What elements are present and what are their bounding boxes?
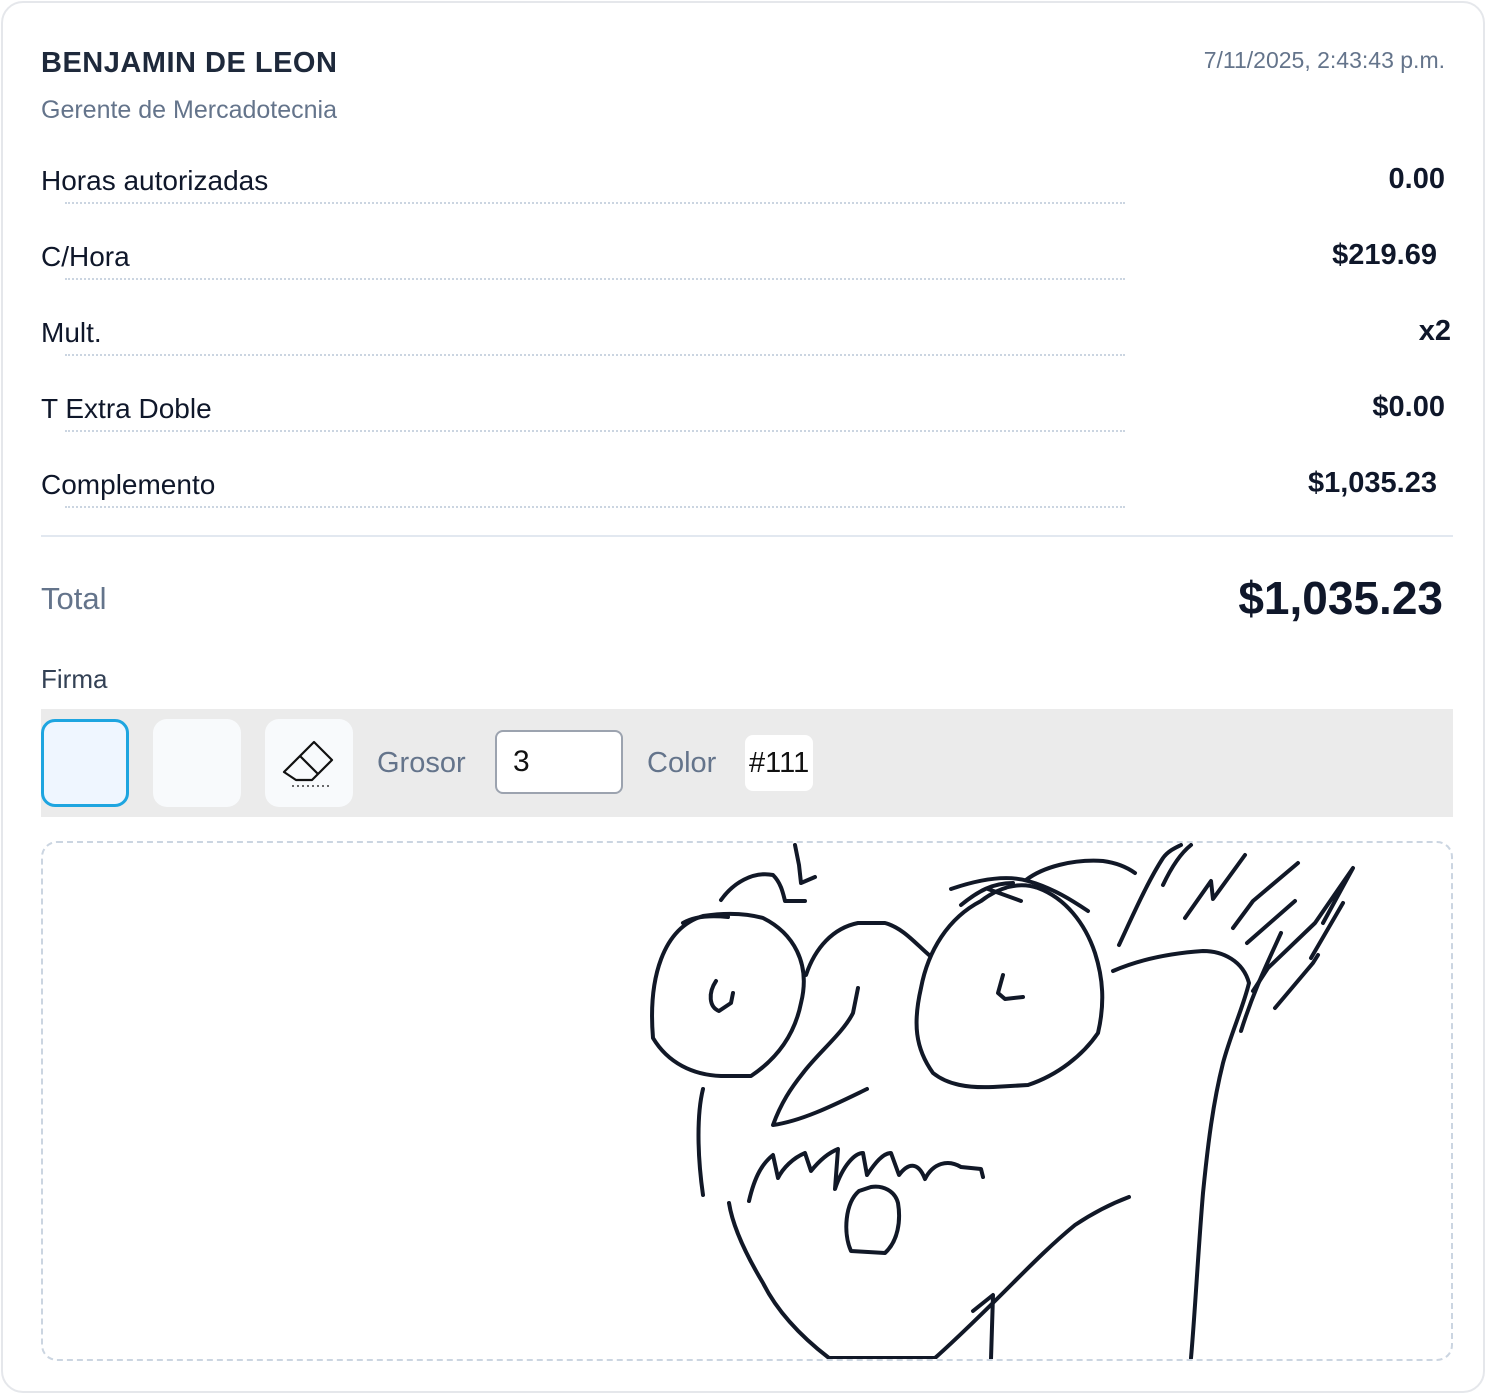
thickness-input[interactable]	[495, 730, 623, 794]
dotted-leader	[65, 430, 1125, 432]
dotted-leader	[65, 354, 1125, 356]
signature-drawing	[650, 843, 1355, 1359]
row-label: T Extra Doble	[41, 393, 212, 424]
dotted-leader	[65, 278, 1125, 280]
total-label: Total	[41, 581, 107, 616]
row-complemento: Complemento $1,035.23	[41, 467, 1451, 509]
signature-canvas[interactable]	[41, 841, 1453, 1361]
row-t-extra-doble: T Extra Doble $0.00	[41, 391, 1451, 433]
signature-toolbar: Grosor Color #111	[41, 709, 1453, 817]
row-value: x2	[1418, 315, 1451, 347]
signature-label: Firma	[41, 664, 108, 694]
row-c-hora: C/Hora $219.69	[41, 239, 1451, 281]
thickness-label: Grosor	[377, 747, 466, 779]
dotted-leader	[65, 202, 1125, 204]
divider	[41, 535, 1453, 537]
row-value: $219.69	[1332, 239, 1437, 271]
row-value: 0.00	[1388, 163, 1445, 195]
pen-tool-button[interactable]	[41, 719, 129, 807]
dotted-leader	[65, 506, 1125, 508]
eraser-button[interactable]	[265, 719, 353, 807]
employee-role: Gerente de Mercadotecnia	[41, 96, 338, 124]
row-value: $0.00	[1372, 391, 1445, 423]
total-value: $1,035.23	[1238, 572, 1443, 624]
payroll-card: BENJAMIN DE LEON Gerente de Mercadotecni…	[1, 1, 1485, 1393]
color-label: Color	[647, 747, 717, 779]
color-picker[interactable]: #111	[745, 735, 814, 791]
row-label: Horas autorizadas	[41, 165, 269, 196]
row-mult: Mult. x2	[41, 315, 1451, 357]
row-horas-autorizadas: Horas autorizadas 0.00	[41, 163, 1451, 205]
row-label: C/Hora	[41, 241, 130, 272]
timestamp: 7/11/2025, 2:43:43 p.m.	[1203, 47, 1445, 73]
row-value: $1,035.23	[1307, 467, 1437, 499]
employee-name: BENJAMIN DE LEON	[41, 47, 338, 79]
row-label: Complemento	[41, 469, 216, 500]
blank-tool-button[interactable]	[153, 719, 241, 807]
eraser-icon	[282, 740, 334, 787]
row-label: Mult.	[41, 317, 102, 348]
